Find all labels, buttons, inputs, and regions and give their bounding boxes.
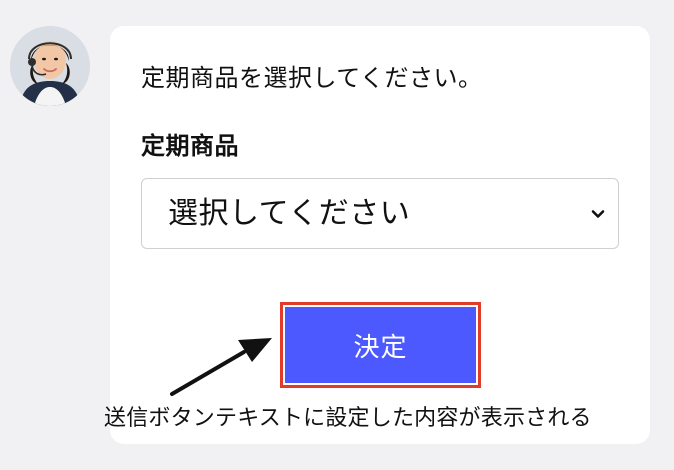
chevron-down-icon — [591, 210, 605, 218]
field-label: 定期商品 — [141, 132, 239, 160]
select-current-value: 選択してください — [168, 196, 411, 231]
product-select[interactable]: 選択してください — [141, 178, 619, 249]
operator-avatar — [10, 26, 90, 106]
annotation-arrow — [170, 338, 272, 396]
submit-button[interactable]: 決定 — [285, 307, 476, 383]
bot-message: 定期商品を選択してください。 — [141, 64, 483, 92]
annotation-caption: 送信ボタンテキストに設定した内容が表示される — [104, 406, 592, 431]
